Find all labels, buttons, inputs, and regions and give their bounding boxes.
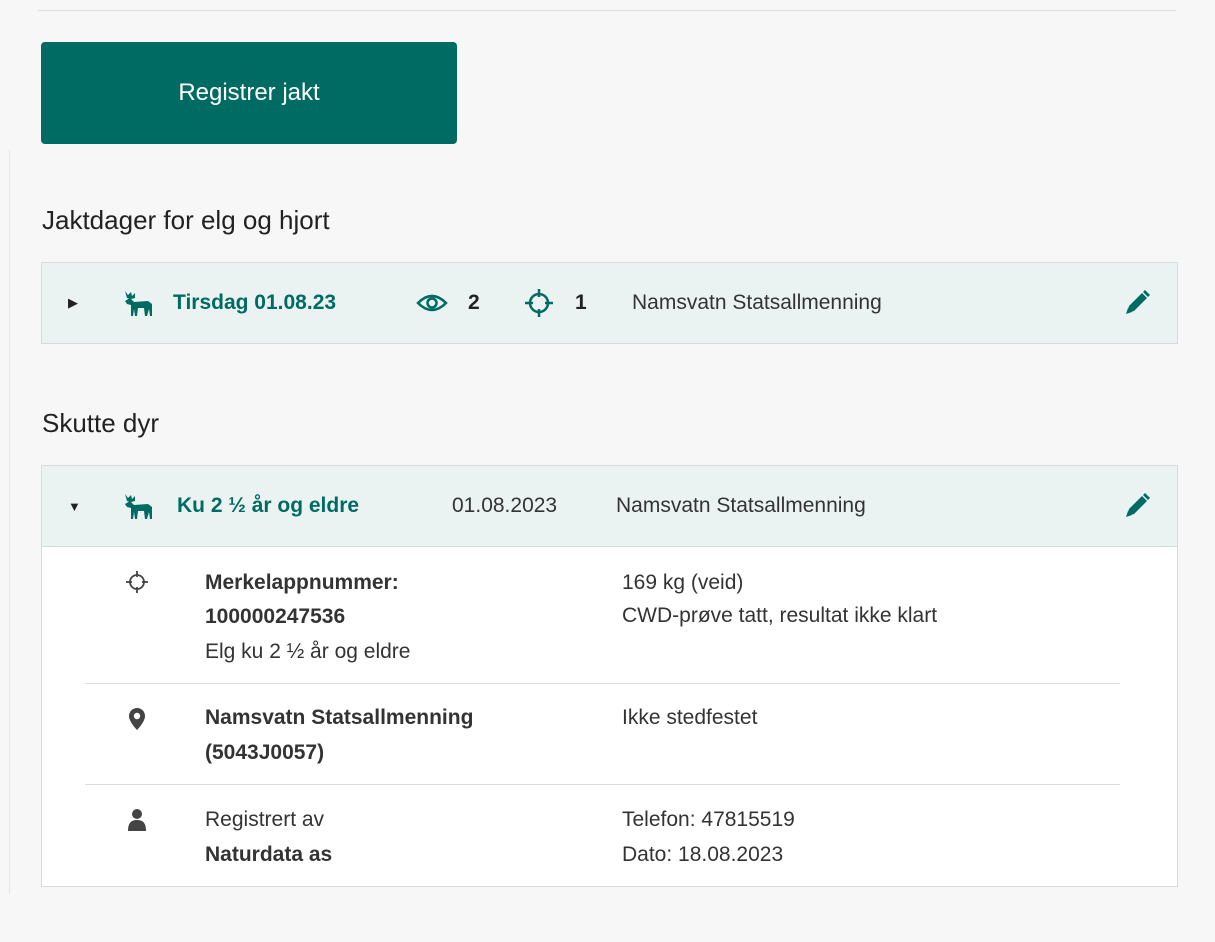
pencil-icon[interactable]: [1122, 466, 1152, 546]
top-divider: [38, 10, 1176, 11]
expand-caret-icon[interactable]: ▶: [68, 263, 78, 343]
shot-count: 1: [575, 291, 587, 314]
tag-number: 100000247536: [205, 605, 346, 628]
pencil-icon[interactable]: [1122, 263, 1152, 343]
cwd-status: CWD-prøve tatt, resultat ikke klart: [622, 604, 938, 627]
animal-description: Elg ku 2 ½ år og eldre: [205, 640, 411, 663]
map-pin-icon: [122, 704, 152, 734]
page: Registrer jakt Jaktdager for elg og hjor…: [0, 0, 1215, 942]
registration-date: Dato: 18.08.2023: [622, 843, 784, 866]
divider: [85, 784, 1120, 785]
shot-animal-details: Merkelappnummer: 100000247536 Elg ku 2 ½…: [41, 547, 1178, 887]
register-hunt-button[interactable]: Registrer jakt: [41, 42, 457, 144]
shot-animal-date: 01.08.2023: [452, 494, 558, 517]
eye-icon: [416, 263, 448, 343]
registered-by-label: Registrert av: [205, 808, 325, 831]
shot-animal-title[interactable]: Ku 2 ½ år og eldre: [177, 466, 359, 546]
phone: Telefon: 47815519: [622, 808, 795, 831]
shot-animal-row[interactable]: ▼ Ku 2 ½ år og eldre 01.08.2023 Namsvatn…: [41, 465, 1178, 547]
moose-icon: [122, 466, 156, 546]
location-position: Ikke stedfestet: [622, 706, 758, 729]
collapse-caret-icon[interactable]: ▼: [68, 466, 81, 546]
observed-count: 2: [468, 291, 480, 314]
shot-animals-heading: Skutte dyr: [42, 408, 160, 438]
crosshair-icon: [524, 263, 554, 343]
hunting-day-title[interactable]: Tirsdag 01.08.23: [173, 263, 336, 343]
left-divider: [9, 150, 10, 895]
hunting-days-heading: Jaktdager for elg og hjort: [42, 205, 330, 235]
hunting-day-row[interactable]: ▶ Tirsdag 01.08.23 2 1 Namsvatn Statsall…: [41, 262, 1178, 344]
user-icon: [122, 805, 152, 835]
registered-by-name: Naturdata as: [205, 843, 333, 866]
tag-label: Merkelappnummer:: [205, 571, 399, 594]
hunting-day-area: Namsvatn Statsallmenning: [632, 291, 882, 314]
shot-animal-area: Namsvatn Statsallmenning: [616, 494, 866, 517]
divider: [85, 683, 1120, 684]
location-code: (5043J0057): [205, 741, 325, 764]
moose-icon: [122, 263, 156, 343]
weight: 169 kg (veid): [622, 571, 744, 594]
crosshair-icon: [122, 567, 152, 597]
location-name: Namsvatn Statsallmenning: [205, 706, 474, 729]
